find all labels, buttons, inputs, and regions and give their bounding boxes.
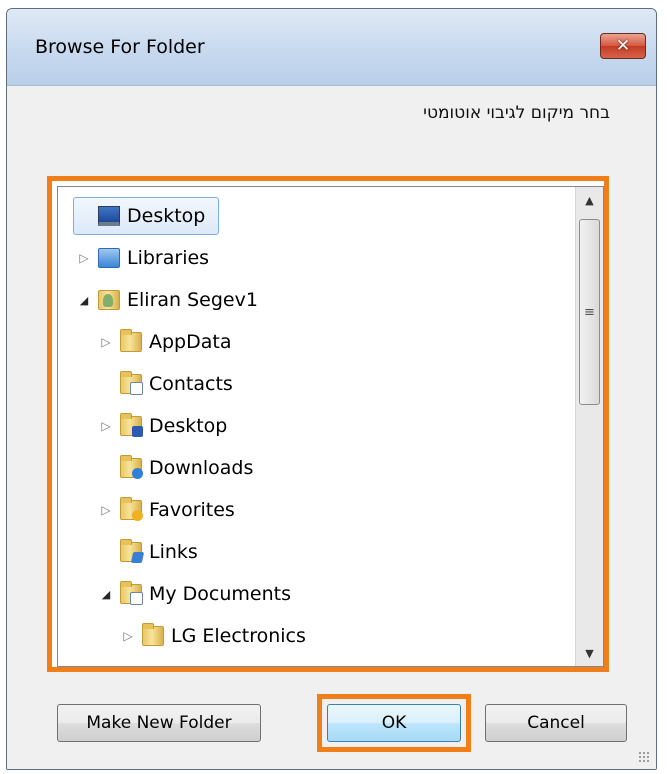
overlay-badge-icon (132, 510, 143, 521)
scrollbar-thumb[interactable]: ≡ (579, 219, 600, 405)
vertical-scrollbar[interactable]: ▲ ≡ ▼ (575, 187, 603, 666)
tree-item-label: LG Electronics (171, 625, 306, 647)
desktop-folder-icon (120, 413, 143, 437)
documents-folder-icon (120, 581, 143, 605)
make-new-folder-button[interactable]: Make New Folder (57, 704, 261, 742)
grip-icon: ≡ (584, 304, 595, 320)
user-folder-icon (98, 290, 120, 310)
overlay-badge-icon (130, 592, 143, 605)
dialog-body: בחר מיקום לגיבוי אוטומטי Desktop ▷ Librari… (7, 86, 656, 769)
tree-item-label: Downloads (149, 457, 254, 479)
collapse-arrow-icon[interactable]: ◢ (76, 294, 92, 307)
title-bar[interactable]: Browse For Folder ✕ (7, 9, 656, 86)
tree-item[interactable]: ▷ Desktop (98, 407, 227, 445)
expand-arrow-icon[interactable]: ▷ (76, 251, 92, 265)
ok-button[interactable]: OK (327, 704, 461, 742)
overlay-badge-icon (130, 552, 145, 563)
tree-item[interactable]: ▷ Libraries (76, 239, 209, 277)
folder-icon (120, 329, 142, 352)
libraries-icon (98, 248, 120, 268)
tree-item-label: Desktop (127, 205, 206, 227)
folder-icon (142, 623, 164, 646)
collapse-arrow-icon[interactable]: ◢ (98, 588, 114, 601)
contacts-folder-icon (120, 371, 143, 395)
tree-item-label: Links (149, 541, 198, 563)
scroll-down-arrow-icon[interactable]: ▼ (576, 640, 603, 666)
tree-item-label: Favorites (149, 499, 235, 521)
browse-for-folder-dialog: Browse For Folder ✕ בחר מיקום לגיבוי אוט… (6, 8, 657, 770)
tree-item-label: My Documents (149, 583, 292, 605)
resize-grip-icon[interactable] (638, 751, 650, 763)
overlay-badge-icon (132, 426, 143, 437)
folder-tree-highlight: Desktop ▷ Libraries ◢ Eliran Segev1 ▷ AppData C… (47, 176, 609, 672)
tree-item-label: Contacts (149, 373, 233, 395)
favorites-folder-icon (120, 497, 143, 521)
tree-item[interactable]: ▷ Favorites (98, 491, 235, 529)
folder-tree: Desktop ▷ Libraries ◢ Eliran Segev1 ▷ AppData C… (58, 187, 575, 666)
close-button[interactable]: ✕ (600, 33, 646, 59)
overlay-badge-icon (130, 382, 143, 395)
tree-item-label: Desktop (149, 415, 228, 437)
close-icon: ✕ (615, 35, 631, 56)
tree-item[interactable]: Contacts (98, 365, 233, 403)
tree-item-label: AppData (149, 331, 232, 353)
tree-item[interactable]: ▷ LG Electronics (120, 617, 306, 655)
links-folder-icon (120, 539, 145, 563)
scroll-up-arrow-icon[interactable]: ▲ (576, 187, 603, 213)
expand-arrow-icon[interactable]: ▷ (98, 419, 114, 433)
folder-tree-view[interactable]: Desktop ▷ Libraries ◢ Eliran Segev1 ▷ AppData C… (57, 186, 604, 667)
overlay-badge-icon (132, 468, 143, 479)
window-title: Browse For Folder (35, 36, 205, 58)
downloads-folder-icon (120, 455, 143, 479)
tree-item[interactable]: Downloads (98, 449, 253, 487)
expand-arrow-icon[interactable]: ▷ (98, 503, 114, 517)
desktop-icon (98, 206, 120, 226)
tree-item-label: Libraries (127, 247, 210, 269)
tree-item[interactable]: ◢ My Documents (98, 575, 291, 613)
tree-item[interactable]: Desktop (76, 197, 205, 235)
tree-item-label: Eliran Segev1 (127, 289, 258, 311)
tree-item[interactable]: ▷ AppData (98, 323, 232, 361)
expand-arrow-icon[interactable]: ▷ (120, 629, 136, 643)
cancel-button[interactable]: Cancel (485, 704, 627, 742)
tree-item[interactable]: Links (98, 533, 198, 571)
expand-arrow-icon[interactable]: ▷ (98, 335, 114, 349)
tree-item[interactable]: ◢ Eliran Segev1 (76, 281, 258, 319)
instruction-text: בחר מיקום לגיבוי אוטומטי (423, 103, 610, 123)
